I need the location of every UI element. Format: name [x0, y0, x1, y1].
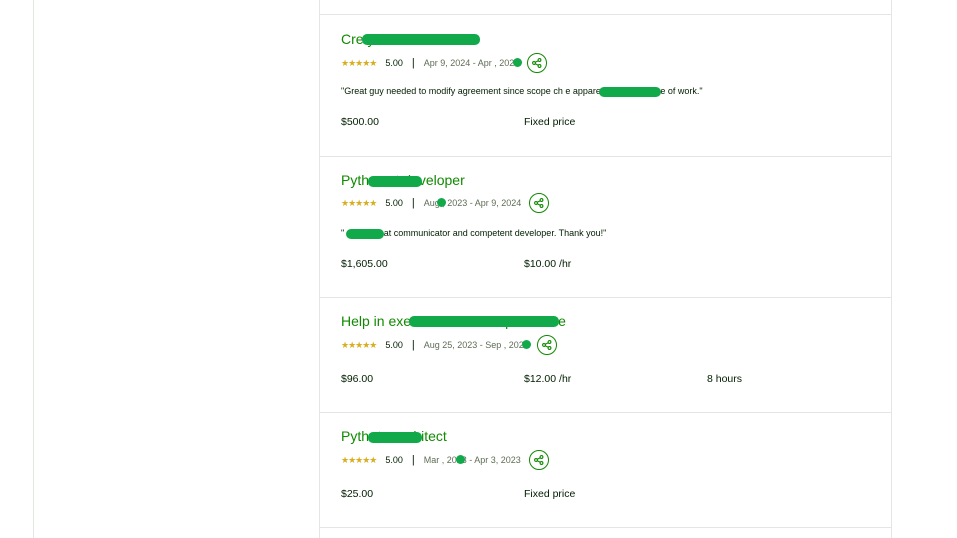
share-button[interactable]: [528, 450, 549, 470]
share-icon: [533, 455, 544, 465]
job-dates: Apr 9, 2024 - Apr , 2024: [423, 58, 520, 68]
separator: |: [411, 339, 415, 351]
job-earnings: $96.00: [341, 373, 374, 385]
work-history-item: Cre y Junkie ★★★★★ 5.00 | Apr 9, 2024 - …: [320, 15, 891, 157]
rating-value: 5.00: [385, 198, 403, 208]
redaction-mark: [513, 58, 522, 67]
job-rate: $10.00 /hr: [524, 258, 572, 270]
share-icon: [534, 198, 544, 208]
job-rate: $12.00 /hr: [524, 373, 572, 385]
work-history-item: Pyth eact developer ★★★★★ 5.00 | Aug , 2…: [320, 156, 891, 298]
redaction-mark: [368, 176, 422, 187]
job-rate: Fixed price: [524, 488, 576, 500]
job-hours: 8 hours: [707, 373, 743, 385]
separator: |: [411, 454, 415, 466]
redaction-mark: [346, 229, 384, 239]
rating-stars-icon: ★★★★★: [341, 57, 377, 68]
rating-stars-icon: ★★★★★: [341, 339, 377, 350]
rating-value: 5.00: [385, 340, 403, 350]
redaction-mark: [362, 34, 480, 45]
job-dates: Aug 25, 2023 - Sep , 2023: [423, 340, 529, 350]
rating-value: 5.00: [385, 58, 403, 68]
job-earnings: $25.00: [341, 488, 374, 500]
redaction-mark: [368, 432, 422, 443]
job-earnings: $1,605.00: [341, 258, 388, 270]
share-icon: [541, 340, 552, 350]
share-button[interactable]: [529, 193, 550, 213]
redaction-mark: [456, 455, 465, 464]
rating-value: 5.00: [385, 455, 403, 465]
job-earnings: $500.00: [341, 116, 379, 128]
job-meta: ★★★★★ 5.00 | Mar , 2023 - Apr 3, 2023: [341, 449, 549, 471]
share-icon: [532, 58, 542, 68]
work-history-item: Help in exe nd make it simple to use ★★★…: [320, 297, 891, 413]
share-button[interactable]: [527, 53, 548, 73]
share-button[interactable]: [536, 335, 557, 355]
redaction-mark: [522, 340, 531, 349]
redaction-mark: [409, 316, 559, 327]
job-dates: Mar , 2023 - Apr 3, 2023: [423, 455, 521, 465]
redaction-mark: [437, 198, 446, 207]
rating-stars-icon: ★★★★★: [341, 454, 377, 465]
work-history-list: Cre y Junkie ★★★★★ 5.00 | Apr 9, 2024 - …: [319, 0, 892, 538]
redaction-mark: [599, 87, 661, 97]
job-rate: Fixed price: [524, 116, 576, 128]
sidebar-divider: [33, 0, 34, 538]
separator: |: [411, 197, 415, 209]
rating-stars-icon: ★★★★★: [341, 197, 377, 208]
separator: |: [411, 57, 415, 69]
work-history-item: Pyth rt - architect ★★★★★ 5.00 | Mar , 2…: [320, 412, 891, 528]
